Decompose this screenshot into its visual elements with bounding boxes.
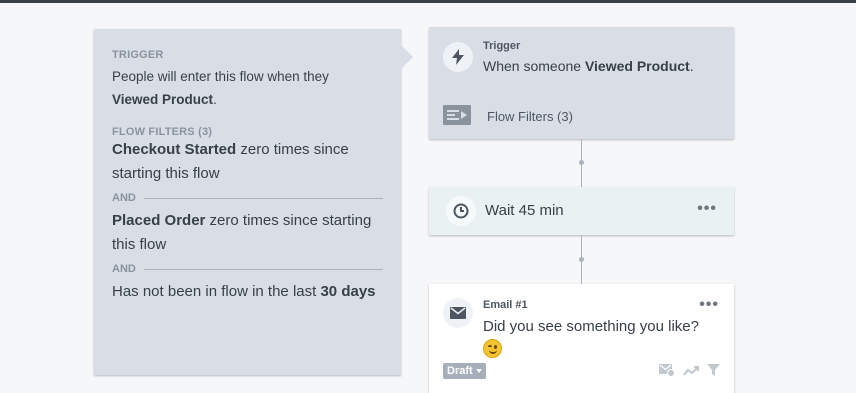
trigger-description-suffix: . [213,92,217,107]
analytics-icon[interactable] [683,364,699,382]
flow-filters-link[interactable]: Flow Filters (3) [487,109,573,124]
status-badge[interactable]: Draft [443,363,486,379]
trigger-card-text-prefix: When someone [483,58,585,74]
divider-line [143,268,383,270]
add-step-dot[interactable] [579,160,584,165]
envelope-icon [443,298,473,328]
trigger-card-kicker: Trigger [483,40,521,52]
flow-filter-item: Has not been in flow in the last 30 days [112,280,383,304]
clock-icon [446,196,476,226]
divider-line [143,197,383,199]
email-card[interactable]: Email #1 ••• Did you see something you l… [429,284,734,393]
trigger-section-label: TRIGGER [112,49,164,61]
top-bar [0,0,856,3]
filter-value: 30 days [320,283,376,300]
wait-card[interactable]: Wait 45 min ••• [429,187,734,235]
trigger-card-metric: Viewed Product [584,58,690,74]
panel-pointer [401,45,413,69]
email-subject-text: Did you see something you like? [483,318,699,335]
filter-condition: Has not been in flow in the last [112,283,321,300]
wait-label: Wait 45 min [485,202,564,219]
email-tools [659,363,720,382]
lightning-icon [443,42,473,72]
trigger-description: People will enter this flow when they Vi… [112,65,383,111]
flow-filters-label: FLOW FILTERS (3) [112,126,213,138]
and-label: AND [112,192,136,204]
email-check-icon[interactable] [659,363,675,382]
filter-metric: Checkout Started [112,141,237,158]
email-subject: Did you see something you like? [483,317,723,358]
filter-list-icon [443,105,471,130]
and-divider: AND [112,263,383,275]
trigger-card-text: When someone Viewed Product. [483,58,694,74]
trigger-card[interactable]: Trigger When someone Viewed Product. Flo… [429,27,734,139]
add-step-dot[interactable] [579,257,584,262]
trigger-description-prefix: People will enter this flow when they [112,69,329,84]
flow-filter-item: Checkout Started zero times since starti… [112,138,383,186]
and-divider: AND [112,192,383,204]
chevron-down-icon [475,369,482,373]
trigger-metric: Viewed Product [112,92,214,107]
and-label: AND [112,263,136,275]
filter-metric: Placed Order [112,212,206,229]
trigger-card-text-suffix: . [689,58,694,74]
email-card-kicker: Email #1 [483,299,528,311]
more-options-button[interactable]: ••• [697,201,717,217]
flow-filter-item: Placed Order zero times since starting t… [112,209,383,257]
status-label: Draft [447,365,473,377]
filter-icon[interactable] [707,363,720,382]
trigger-info-panel: TRIGGER People will enter this flow when… [94,29,401,375]
winking-face-emoji-icon [483,339,502,358]
more-options-button[interactable]: ••• [699,297,719,313]
